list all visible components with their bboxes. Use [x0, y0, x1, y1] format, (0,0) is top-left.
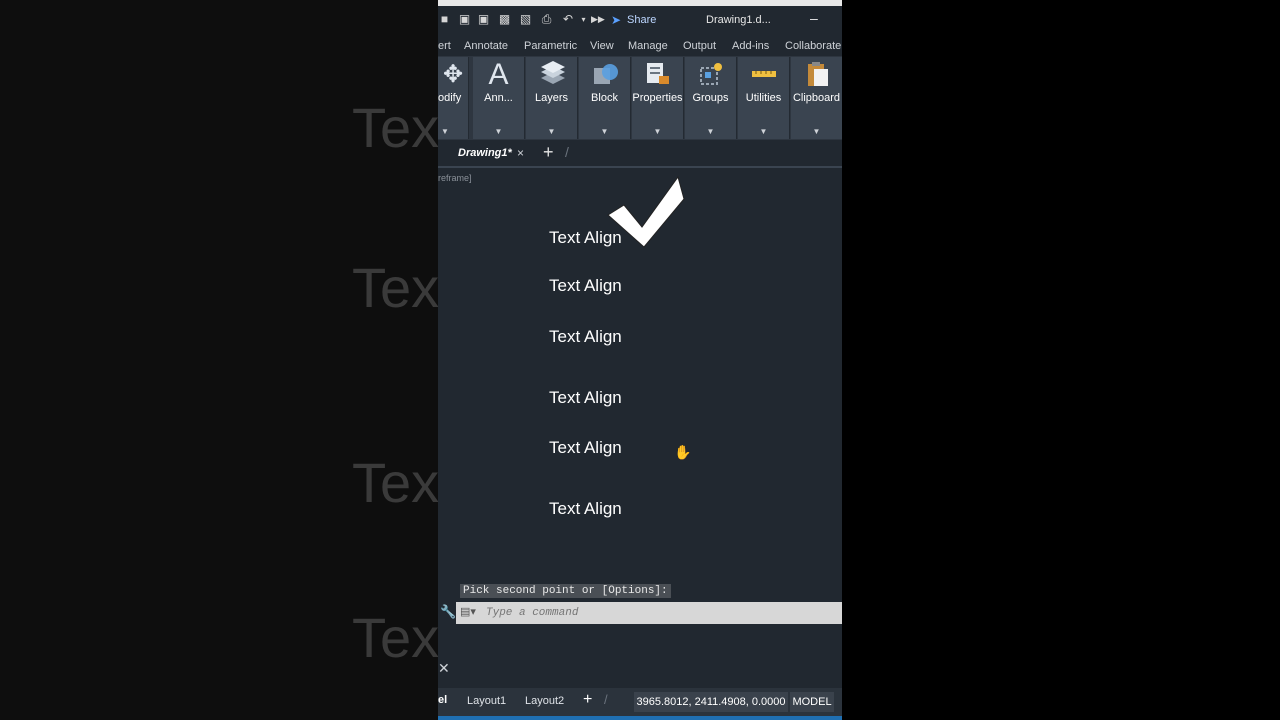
checkmark-icon	[607, 175, 685, 248]
undo-icon[interactable]: ↶	[560, 13, 576, 26]
viewport-label[interactable]: reframe]	[438, 173, 472, 183]
panel-block[interactable]: Block ▼	[579, 57, 631, 139]
block-icon	[579, 60, 630, 90]
panel-layers[interactable]: Layers ▼	[526, 57, 578, 139]
publish-icon[interactable]: ▩	[498, 13, 511, 26]
panel-properties[interactable]: Properties ▼	[632, 57, 684, 139]
panel-utilities[interactable]: Utilities ▼	[738, 57, 790, 139]
ghost-text: Tex	[352, 256, 438, 319]
tab-model[interactable]: el	[438, 694, 447, 706]
tab-annotate[interactable]: Annotate	[464, 40, 508, 52]
panel-label: Ann...	[484, 92, 513, 104]
quick-access-toolbar: ■ ▣ ▣ ▩ ▧ ⎙ ↶ ▾ ▶▶ ➤ Share Drawing1.d...…	[438, 6, 842, 36]
command-history-icon[interactable]: ▤▾	[460, 605, 476, 618]
model-space-button[interactable]: MODEL	[790, 692, 834, 712]
background-left: Tex Tex Tex Tex	[0, 0, 438, 720]
panel-label: Block	[591, 92, 618, 104]
command-prompt: Pick second point or [Options]:	[460, 584, 671, 598]
chevron-down-icon[interactable]: ▼	[438, 127, 452, 136]
autocad-window: ■ ▣ ▣ ▩ ▧ ⎙ ↶ ▾ ▶▶ ➤ Share Drawing1.d...…	[438, 0, 842, 720]
text-object[interactable]: Text Align	[549, 388, 622, 408]
tab-layout1[interactable]: Layout1	[467, 695, 506, 707]
chevron-down-icon[interactable]: ▼	[738, 127, 789, 136]
tab-view[interactable]: View	[590, 40, 614, 52]
close-command-line-icon[interactable]: ✕	[438, 660, 450, 677]
panel-annotation[interactable]: A Ann... ▼	[473, 57, 525, 139]
tab-add-ins[interactable]: Add-ins	[732, 40, 769, 52]
minimize-button[interactable]: –	[810, 10, 818, 26]
panel-modify[interactable]: ✥ odify ▼	[438, 57, 469, 139]
more-icon[interactable]: ▶▶	[591, 13, 605, 26]
tab-divider: /	[565, 144, 569, 160]
panel-groups[interactable]: Groups ▼	[685, 57, 737, 139]
utilities-icon	[738, 60, 789, 90]
chevron-down-icon[interactable]: ▼	[632, 127, 683, 136]
print-icon[interactable]: ⎙	[540, 13, 553, 26]
share-icon[interactable]: ➤	[611, 13, 621, 27]
tab-collaborate[interactable]: Collaborate	[785, 40, 841, 52]
text-object[interactable]: Text Align	[549, 438, 622, 458]
tab-insert[interactable]: ert	[438, 40, 451, 52]
taskbar-edge	[438, 716, 842, 720]
panel-label: odify	[438, 92, 462, 104]
document-tabs: Drawing1* × + /	[438, 140, 842, 168]
layers-icon	[526, 60, 577, 90]
panel-clipboard[interactable]: Clipboard ▼	[791, 57, 842, 139]
coordinates-readout[interactable]: 3965.8012, 2411.4908, 0.0000	[634, 692, 788, 712]
move-icon: ✥	[442, 61, 464, 88]
ribbon-tabs: ert Annotate Parametric View Manage Outp…	[438, 36, 842, 56]
text-object[interactable]: Text Align	[549, 327, 622, 347]
tab-layout2[interactable]: Layout2	[525, 695, 564, 707]
ghost-text: Tex	[352, 96, 438, 159]
panel-label: Groups	[692, 92, 729, 104]
tab-parametric[interactable]: Parametric	[524, 40, 577, 52]
close-icon[interactable]: ×	[517, 146, 524, 160]
panel-label: Utilities	[745, 92, 782, 104]
plot-preview-icon[interactable]: ▧	[519, 13, 532, 26]
panel-label: Clipboard	[792, 92, 841, 104]
ribbon: ✥ odify ▼ A Ann... ▼ Layers ▼ Block ▼ Pr…	[438, 56, 842, 140]
command-input[interactable]	[486, 605, 826, 621]
text-object[interactable]: Text Align	[549, 499, 622, 519]
background-right	[842, 0, 1280, 720]
chevron-down-icon[interactable]: ▼	[473, 127, 524, 136]
ghost-text: Tex	[352, 451, 438, 514]
ghost-text: Tex	[352, 606, 438, 669]
text-object[interactable]: Text Align	[549, 276, 622, 296]
properties-icon	[632, 60, 683, 90]
document-title: Drawing1.d...	[706, 14, 771, 26]
panel-label: Layers	[534, 92, 569, 104]
add-layout-button[interactable]: +	[583, 691, 592, 709]
tab-output[interactable]: Output	[683, 40, 716, 52]
open-icon[interactable]: ■	[438, 13, 451, 26]
annotation-text-icon: A	[488, 58, 509, 91]
undo-dropdown-icon[interactable]: ▾	[577, 13, 590, 26]
groups-icon	[685, 60, 736, 90]
command-line: ▤▾	[456, 602, 842, 624]
tab-manage[interactable]: Manage	[628, 40, 668, 52]
save-icon[interactable]: ▣	[458, 13, 471, 26]
chevron-down-icon[interactable]: ▼	[791, 127, 842, 136]
chevron-down-icon[interactable]: ▼	[685, 127, 736, 136]
wrench-icon[interactable]: 🔧	[440, 604, 456, 620]
save-as-icon[interactable]: ▣	[477, 13, 490, 26]
chevron-down-icon[interactable]: ▼	[526, 127, 577, 136]
pan-hand-cursor-icon: ✋	[674, 444, 692, 460]
share-button[interactable]: Share	[627, 14, 656, 26]
document-tab[interactable]: Drawing1*	[458, 147, 512, 159]
chevron-down-icon[interactable]: ▼	[579, 127, 630, 136]
panel-label: Properties	[632, 92, 683, 104]
add-tab-button[interactable]: +	[543, 142, 554, 163]
tab-divider: /	[604, 692, 608, 707]
clipboard-icon	[791, 60, 842, 90]
drawing-canvas[interactable]: reframe] Text Align Text Align Text Alig…	[438, 168, 842, 688]
